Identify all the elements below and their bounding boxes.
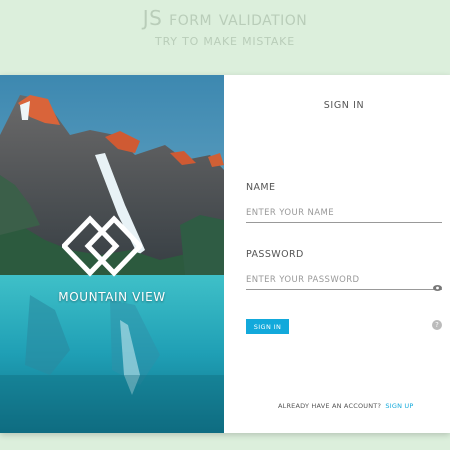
form-title: SIGN IN (323, 100, 365, 111)
page-subtitle: TRY TO MAKE MISTAKE (155, 35, 295, 48)
page-title: JS form validation (142, 6, 308, 30)
sign-in-button[interactable]: SIGN IN (246, 319, 289, 334)
sign-up-link[interactable]: SIGN UP (385, 402, 413, 410)
name-input[interactable] (246, 204, 442, 223)
eye-icon[interactable] (433, 276, 442, 295)
account-prompt-text: ALREADY HAVE AN ACCOUNT? (278, 402, 382, 410)
help-icon[interactable]: ? (432, 320, 442, 330)
brand-logo-icon (62, 215, 142, 277)
signup-prompt: ALREADY HAVE AN ACCOUNT? SIGN UP (278, 402, 413, 410)
password-label: PASSWORD (246, 249, 304, 260)
sign-in-form: SIGN IN NAME PASSWORD SIGN IN ? ALREADY … (224, 75, 450, 433)
brand-name: MOUNTAIN VIEW (58, 290, 166, 304)
name-label: NAME (246, 182, 276, 193)
mountain-photo: MOUNTAIN VIEW (0, 75, 224, 433)
login-card: MOUNTAIN VIEW SIGN IN NAME PASSWORD SIGN… (0, 75, 450, 433)
password-input[interactable] (246, 271, 442, 290)
